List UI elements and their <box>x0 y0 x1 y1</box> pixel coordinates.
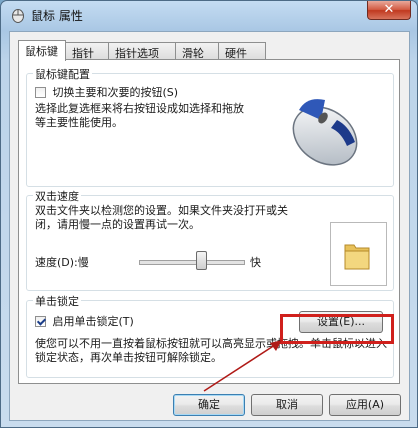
click-lock-label: 单击锁定 <box>33 293 81 309</box>
mouse-properties-window: 鼠标 属性 ✕ 鼠标键 指针 指针选项 滑轮 硬件 鼠标键配置 切换主要和次要的… <box>0 0 418 428</box>
speed-slider-thumb[interactable] <box>196 251 207 270</box>
double-click-group: 双击速度 双击文件夹以检测您的设置。如果文件夹没打开或关闭，请用慢一点的设置再试… <box>26 188 394 291</box>
test-area[interactable] <box>330 222 387 286</box>
slow-label: 慢 <box>77 256 89 269</box>
speed-label: 速度(D):慢 <box>35 254 89 270</box>
close-button[interactable]: ✕ <box>367 1 411 20</box>
button-config-group: 鼠标键配置 切换主要和次要的按钮(S) 选择此复选框来将右按钮设成如选择和拖放等… <box>26 66 394 187</box>
folder-icon[interactable] <box>343 239 371 271</box>
annotation-arrow-icon <box>203 340 282 392</box>
swap-buttons-checkbox[interactable] <box>35 86 46 98</box>
tab-buttons[interactable]: 鼠标键 <box>18 40 66 61</box>
mouse-illustration-icon <box>292 99 358 166</box>
swap-buttons-label: 切换主要和次要的按钮(S) <box>52 86 179 99</box>
button-config-description: 选择此复选框来将右按钮设成如选择和拖放等主要性能使用。 <box>35 102 244 129</box>
click-lock-checkbox[interactable] <box>35 315 46 327</box>
window-title: 鼠标 属性 <box>31 9 83 23</box>
speed-text: 速度(D): <box>35 256 78 269</box>
swap-buttons-row[interactable]: 切换主要和次要的按钮(S) <box>35 84 178 100</box>
tab-wheel[interactable]: 滑轮 <box>175 42 219 60</box>
speed-slider-track[interactable] <box>139 260 245 265</box>
button-config-label: 鼠标键配置 <box>33 66 92 82</box>
tab-pointer-options[interactable]: 指针选项 <box>108 42 176 60</box>
title-bar[interactable]: 鼠标 属性 ✕ <box>1 1 417 29</box>
tab-label: 鼠标键 <box>25 45 58 58</box>
annotation-highlight-box <box>280 314 394 344</box>
click-lock-enable-label: 启用单击锁定(T) <box>52 315 134 328</box>
dialog-client: 鼠标键 指针 指针选项 滑轮 硬件 鼠标键配置 切换主要和次要的按钮(S) 选择… <box>9 31 410 421</box>
tab-pointers[interactable]: 指针 <box>65 42 109 60</box>
click-lock-row[interactable]: 启用单击锁定(T) <box>35 313 134 329</box>
ok-button[interactable]: 确定 <box>173 394 245 416</box>
tab-hardware[interactable]: 硬件 <box>218 42 266 60</box>
mouse-app-icon <box>12 9 24 23</box>
cancel-button[interactable]: 取消 <box>251 394 323 416</box>
apply-button[interactable]: 应用(A) <box>329 394 401 416</box>
close-icon: ✕ <box>383 2 395 17</box>
double-click-description: 双击文件夹以检测您的设置。如果文件夹没打开或关闭，请用慢一点的设置再试一次。 <box>35 204 288 231</box>
double-click-label: 双击速度 <box>33 188 81 204</box>
fast-label: 快 <box>250 256 261 269</box>
